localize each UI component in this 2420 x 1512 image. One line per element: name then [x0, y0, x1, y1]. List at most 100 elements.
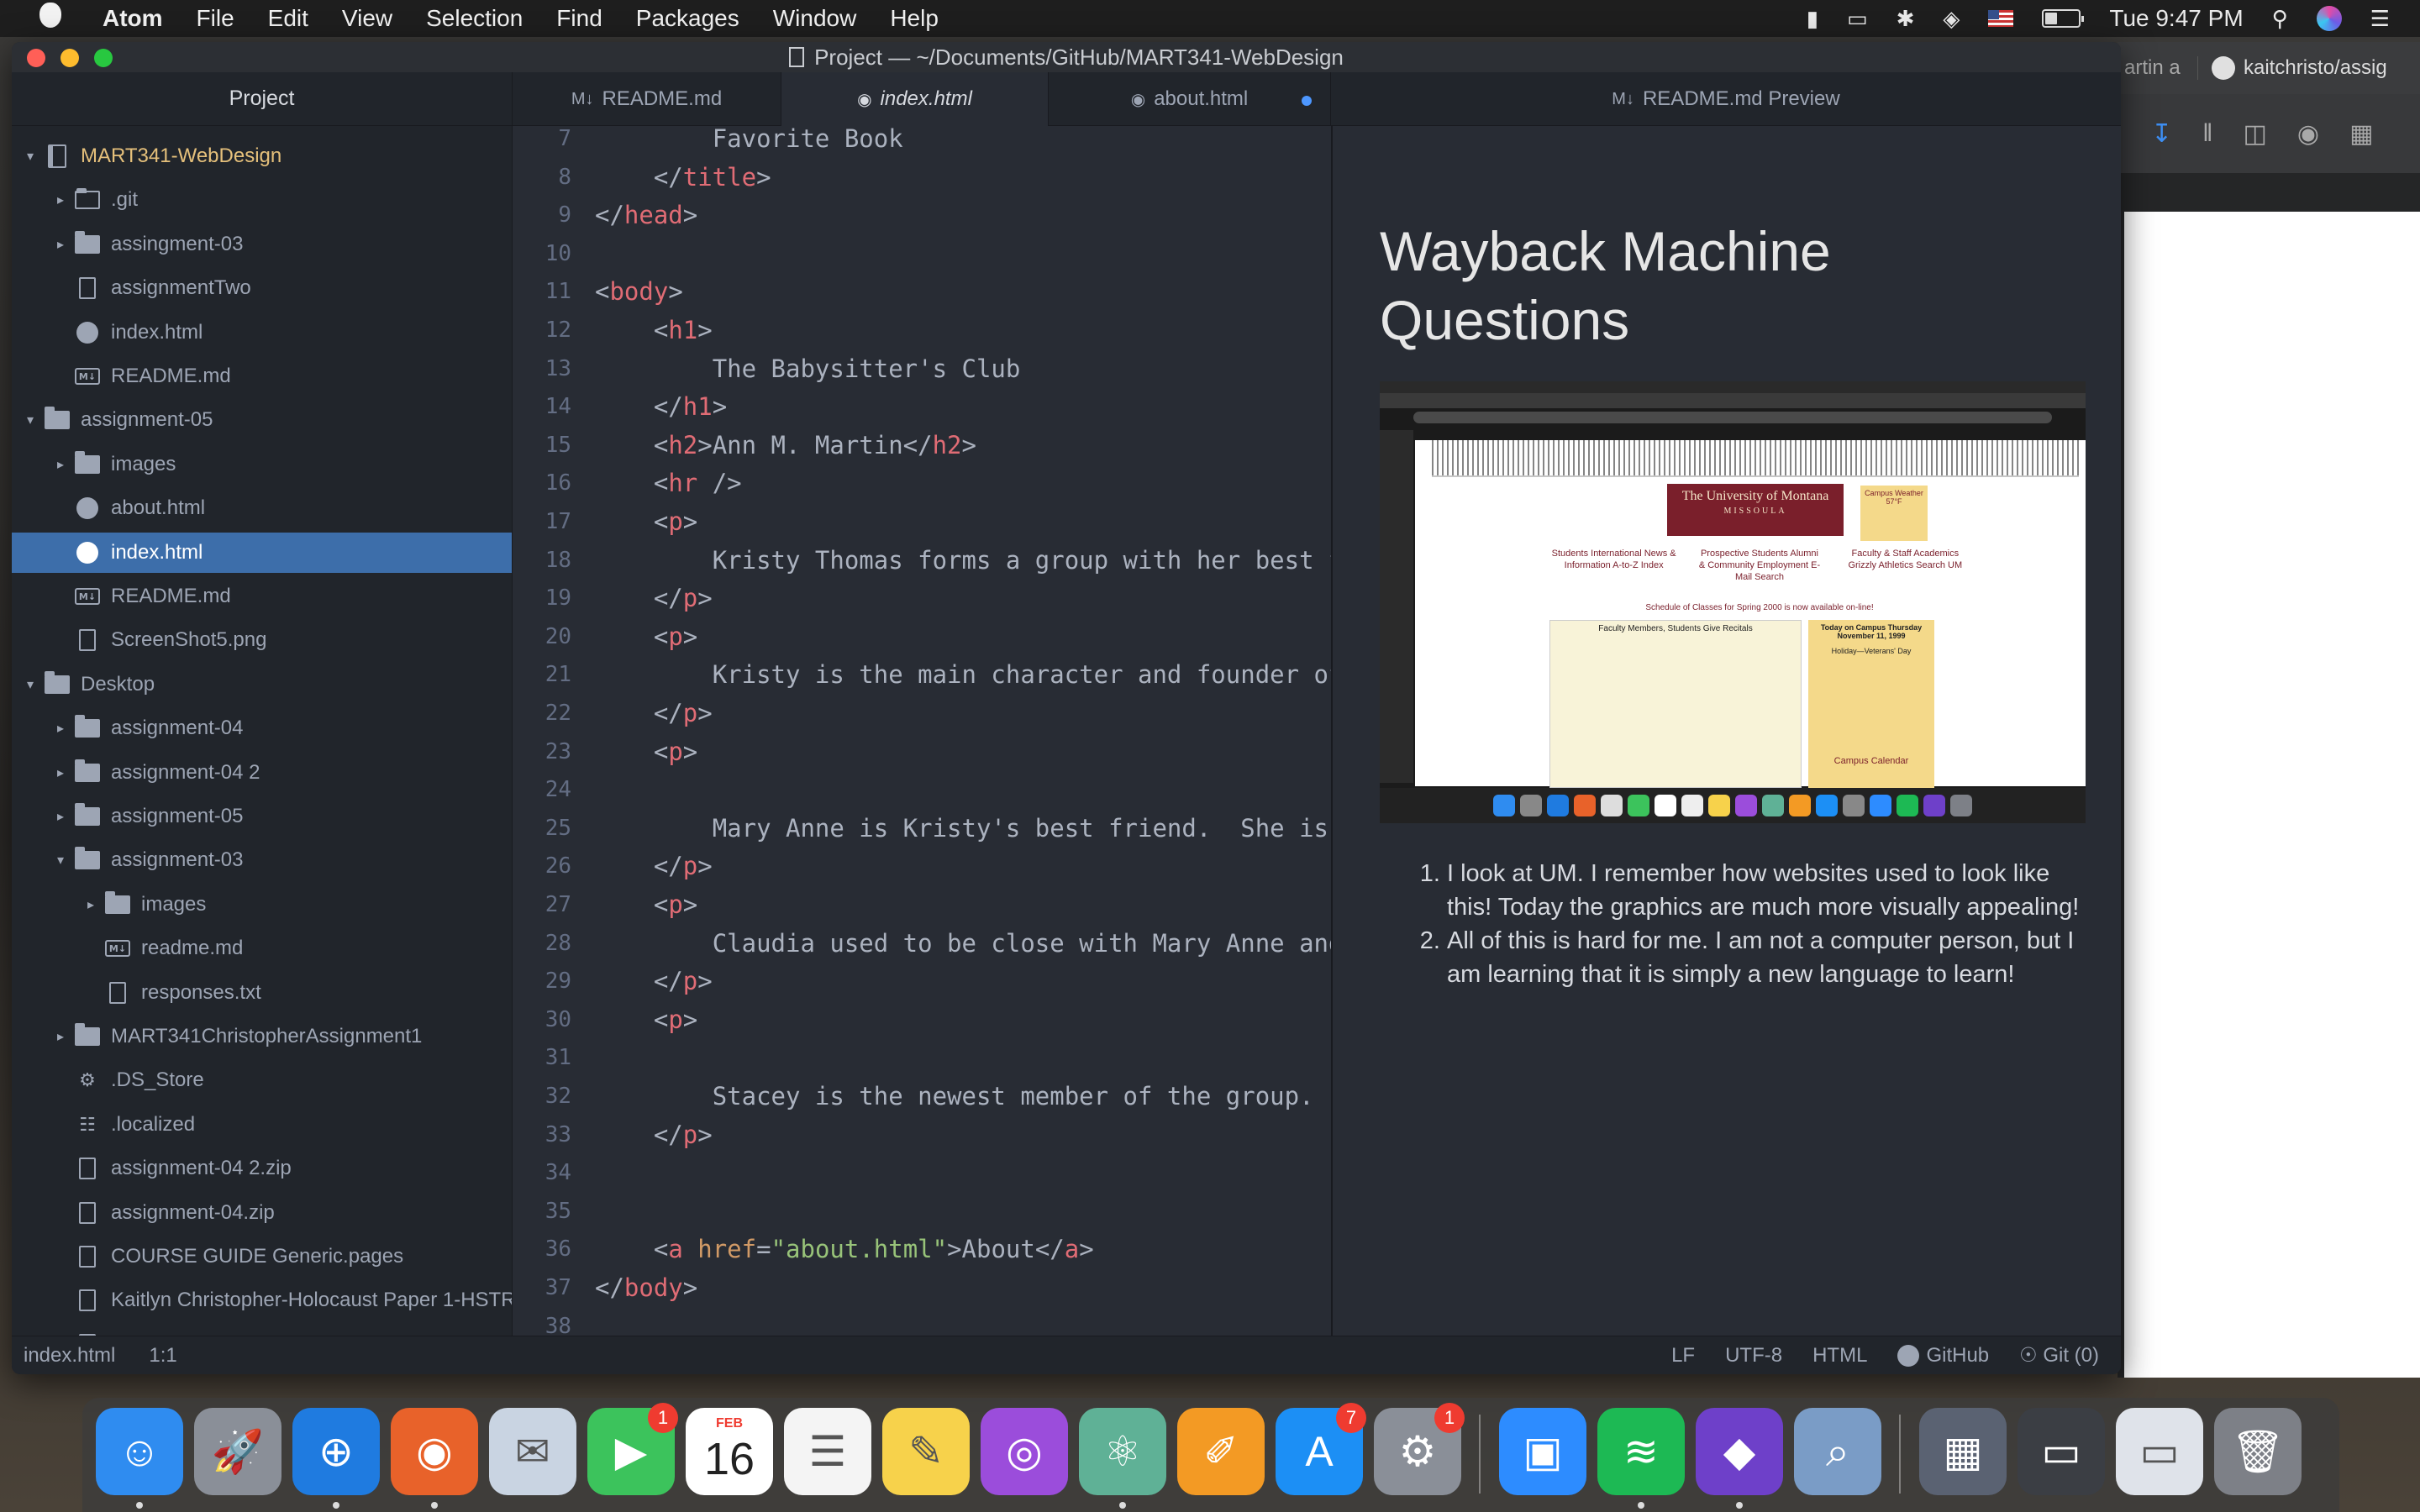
menu-help[interactable]: Help [890, 5, 939, 32]
tree-item[interactable]: ▸ assingment-03 [12, 224, 512, 265]
minimize-window-button[interactable] [60, 49, 79, 67]
menu-selection[interactable]: Selection [426, 5, 523, 32]
zoom-window-button[interactable] [94, 49, 113, 67]
tree-item[interactable]: COURSE GUIDE Generic.pages [12, 1236, 512, 1277]
tree-item[interactable]: M↓ readme.md [12, 928, 512, 969]
tree-item[interactable]: assignmentTwo [12, 268, 512, 308]
tree-item[interactable]: ▸ images [12, 885, 512, 925]
menu-edit[interactable]: Edit [268, 5, 308, 32]
tree-item[interactable]: index.html [12, 312, 512, 353]
tree-item[interactable]: M↓ README.md [12, 576, 512, 617]
markdown-preview[interactable]: Wayback Machine Questions The University… [1331, 126, 2121, 1336]
status-cursor-position[interactable]: 1:1 [149, 1344, 176, 1368]
tab-readme-preview[interactable]: M↓ README.md Preview [1331, 72, 2121, 126]
tree-item[interactable]: ▾ assignment-05 [12, 400, 512, 440]
extensions-icon[interactable]: ▦ [2349, 119, 2373, 149]
tree-item[interactable]: ▸ assignment-05 [12, 796, 512, 837]
wifi-icon[interactable]: ◈ [1943, 6, 1960, 32]
tree-item[interactable]: assignment-04 2.zip [12, 1148, 512, 1189]
menu-view[interactable]: View [342, 5, 392, 32]
tree-item[interactable]: ▸ assignment-04 [12, 708, 512, 748]
account-icon[interactable]: ◉ [2297, 119, 2319, 149]
calendar-icon[interactable]: FEB 16 [686, 1408, 773, 1495]
launchpad-icon[interactable]: 🚀 [194, 1408, 281, 1495]
status-grammar[interactable]: HTML [1812, 1344, 1867, 1368]
chevron-right-icon[interactable]: ▸ [57, 192, 64, 208]
browser-tab-github[interactable]: kaitchristo/assig [2198, 56, 2387, 80]
tree-item[interactable]: ▸ MART341ChristopherAssignment1 [12, 1016, 512, 1057]
app-store-icon[interactable]: A7 [1276, 1403, 1366, 1495]
code-editor[interactable]: 7 Favorite Book 8 </title> 9 </head> 10 11 <bo… [513, 126, 1331, 1336]
folder-stack-icon[interactable]: ▦ [1919, 1408, 2007, 1495]
tab-readme[interactable]: M↓ README.md [513, 72, 781, 126]
tree-item[interactable]: ▾ Desktop [12, 664, 512, 705]
firefox-icon[interactable]: ◉ [391, 1408, 478, 1509]
atom-icon[interactable]: ⚛ [1079, 1408, 1166, 1509]
tree-item[interactable]: ▸ .git [12, 180, 512, 220]
close-window-button[interactable] [27, 49, 45, 67]
us-flag-icon[interactable] [1988, 10, 2014, 27]
chevron-right-icon[interactable]: ▸ [57, 808, 64, 825]
mail-icon[interactable]: ✉ [489, 1408, 576, 1495]
pages-icon[interactable]: ✐ [1177, 1408, 1265, 1495]
menu-find[interactable]: Find [556, 5, 602, 32]
status-git-button[interactable]: ☉ Git (0) [2019, 1343, 2099, 1368]
download-icon[interactable]: ↧ [2151, 119, 2172, 149]
background-browser-window[interactable]: artin a kaitchristo/assig ↧ ‖ ◫ ◉ ▦ [2118, 42, 2420, 1378]
search-icon[interactable]: ⚲ [2272, 6, 2288, 32]
finder-icon[interactable]: ☺ [96, 1408, 183, 1509]
bluetooth-icon[interactable]: ✱ [1897, 6, 1915, 32]
chevron-right-icon[interactable]: ▸ [57, 720, 64, 737]
chevron-down-icon[interactable]: ▾ [57, 852, 64, 869]
tree-item[interactable]: responses.txt [12, 973, 512, 1013]
trash-icon[interactable]: 🗑 [2214, 1408, 2302, 1495]
battery-icon[interactable] [2042, 9, 2085, 28]
library-icon[interactable]: ‖ [2202, 119, 2212, 148]
zoom-icon[interactable]: ▣ [1499, 1408, 1586, 1495]
menu-window[interactable]: Window [773, 5, 857, 32]
sidebar-icon[interactable]: ◫ [2244, 119, 2267, 149]
tab-about-html[interactable]: ◉ about.html [1049, 72, 1331, 126]
chevron-right-icon[interactable]: ▸ [57, 1028, 64, 1045]
chevron-right-icon[interactable]: ▸ [57, 456, 64, 473]
github-desktop-icon[interactable]: ◆ [1696, 1408, 1783, 1509]
tree-item[interactable]: ▾ MART341-WebDesign [12, 136, 512, 176]
status-encoding[interactable]: UTF-8 [1725, 1344, 1782, 1368]
browser-tab-partial[interactable]: artin a [2118, 56, 2198, 80]
tree-item[interactable]: Kaitlyn Christopher-Holocaust Paper 1-HS… [12, 1280, 512, 1320]
preview-icon[interactable]: ⌕ [1794, 1408, 1881, 1495]
chevron-down-icon[interactable]: ▾ [27, 412, 34, 428]
airplay-icon[interactable]: ▭ [1847, 6, 1868, 32]
chevron-right-icon[interactable]: ▸ [87, 896, 94, 913]
status-github-button[interactable]: GitHub [1897, 1344, 1989, 1368]
podcasts-icon[interactable]: ◎ [981, 1408, 1068, 1495]
reminders-icon[interactable]: ☰ [784, 1408, 871, 1495]
tree-item[interactable]: Screen Shot 2021-02-06 at 4.21.05 PM.png [12, 1325, 512, 1336]
control-center-icon[interactable]: ☰ [2370, 6, 2390, 32]
tree-item[interactable]: ▸ images [12, 444, 512, 485]
tree-item[interactable]: about.html [12, 488, 512, 528]
tree-item[interactable]: ☷ .localized [12, 1105, 512, 1145]
tree-item[interactable]: ▾ assignment-03 [12, 840, 512, 880]
system-preferences-icon[interactable]: ⚙ 1 [1374, 1403, 1465, 1495]
tree-item[interactable]: ▸ assignment-04 2 [12, 753, 512, 793]
spotify-icon[interactable]: ≋ [1597, 1408, 1685, 1509]
menu-file[interactable]: File [197, 5, 234, 32]
menu-app-name[interactable]: Atom [103, 5, 163, 32]
menu-packages[interactable]: Packages [636, 5, 739, 32]
tree-item[interactable]: assignment-04.zip [12, 1193, 512, 1233]
chevron-down-icon[interactable]: ▾ [27, 676, 34, 693]
siri-icon[interactable] [2316, 6, 2342, 31]
tree-item[interactable]: ScreenShot5.png [12, 620, 512, 660]
tree-item[interactable]: ⚙ .DS_Store [12, 1060, 512, 1100]
clock[interactable]: Tue 9:47 PM [2109, 5, 2243, 32]
tree-item[interactable]: M↓ README.md [12, 356, 512, 396]
chevron-right-icon[interactable]: ▸ [57, 236, 64, 253]
notes-icon[interactable]: ✎ [882, 1408, 970, 1495]
window-2-icon[interactable]: ▭ [2116, 1408, 2203, 1495]
status-file-path[interactable]: index.html [24, 1344, 115, 1368]
bookmark-icon[interactable]: ▮ [1807, 6, 1818, 32]
chevron-right-icon[interactable]: ▸ [57, 764, 64, 781]
safari-icon[interactable]: ⊕ [292, 1408, 380, 1509]
status-line-ending[interactable]: LF [1671, 1344, 1695, 1368]
